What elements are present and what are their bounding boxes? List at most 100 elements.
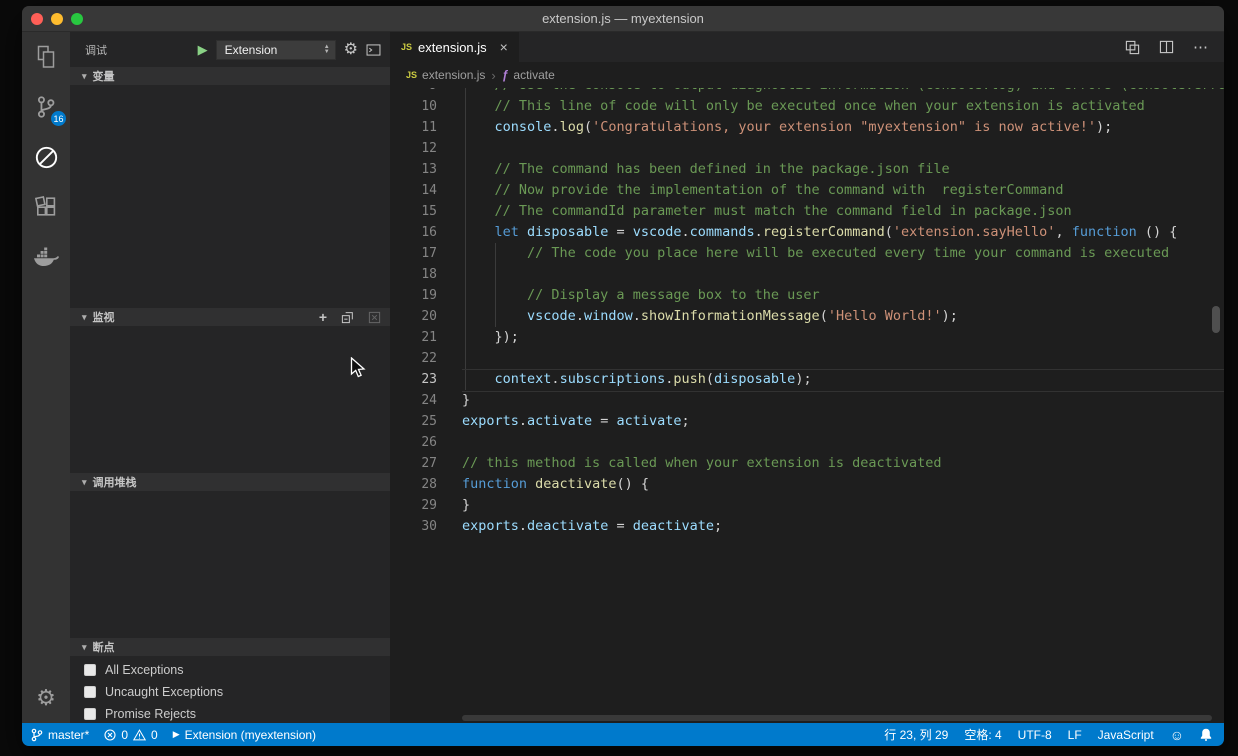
variables-panel[interactable] <box>70 85 390 308</box>
start-debugging-button[interactable]: ▶ <box>198 42 208 58</box>
line-number[interactable]: 29 <box>390 495 437 516</box>
tab-extension-js[interactable]: JS extension.js × <box>390 32 519 62</box>
code-editor[interactable]: 9 // Use the console to output diagnosti… <box>390 88 1224 723</box>
line-number[interactable]: 27 <box>390 453 437 474</box>
configure-launch-gear-icon[interactable]: ⚙ <box>344 42 358 58</box>
line-number[interactable]: 15 <box>390 201 437 222</box>
remove-all-expressions-icon[interactable] <box>368 311 381 324</box>
activity-bar-item-extensions[interactable] <box>22 182 70 232</box>
breakpoint-checkbox[interactable] <box>84 664 96 676</box>
line-number[interactable]: 19 <box>390 285 437 306</box>
line-number[interactable]: 12 <box>390 138 437 159</box>
line-number[interactable]: 17 <box>390 243 437 264</box>
activity-bar-item-debug[interactable] <box>22 132 70 182</box>
code-line[interactable]: 23 context.subscriptions.push(disposable… <box>390 369 1224 390</box>
split-editor-icon[interactable] <box>1159 40 1174 54</box>
call-stack-section-label: 调用堆栈 <box>93 474 381 490</box>
breakpoint-row[interactable]: Uncaught Exceptions <box>70 681 390 703</box>
debug-target-status[interactable]: ▶ Extension (myextension) <box>173 728 316 742</box>
line-number[interactable]: 20 <box>390 306 437 327</box>
eol-status[interactable]: LF <box>1068 728 1082 742</box>
code-line[interactable]: 11 console.log('Congratulations, your ex… <box>390 117 1224 138</box>
code-line[interactable]: 28function deactivate() { <box>390 474 1224 495</box>
debug-config-select[interactable]: Extension ▲▼ <box>216 40 336 60</box>
line-number[interactable]: 28 <box>390 474 437 495</box>
line-number[interactable]: 21 <box>390 327 437 348</box>
breakpoint-checkbox[interactable] <box>84 686 96 698</box>
line-number[interactable]: 24 <box>390 390 437 411</box>
code-line[interactable]: 26 <box>390 432 1224 453</box>
code-text: vscode.window.showInformationMessage('He… <box>437 306 958 327</box>
editor-horizontal-scrollbar-thumb[interactable] <box>462 715 1212 721</box>
variables-section-header[interactable]: ▾ 变量 <box>70 67 390 85</box>
breakpoint-checkbox[interactable] <box>84 708 96 720</box>
activity-bar-item-source-control[interactable]: 16 <box>22 82 70 132</box>
settings-button[interactable]: ⚙ <box>22 673 70 723</box>
line-number[interactable]: 11 <box>390 117 437 138</box>
line-number[interactable]: 25 <box>390 411 437 432</box>
cursor-position-status[interactable]: 行 23, 列 29 <box>884 726 948 743</box>
breakpoints-section-header[interactable]: ▾ 断点 <box>70 638 390 656</box>
code-line[interactable]: 29} <box>390 495 1224 516</box>
code-line[interactable]: 19 // Display a message box to the user <box>390 285 1224 306</box>
line-number[interactable]: 30 <box>390 516 437 537</box>
close-window-button[interactable] <box>31 13 43 25</box>
indentation-status[interactable]: 空格: 4 <box>964 726 1001 743</box>
code-line[interactable]: 13 // The command has been defined in th… <box>390 159 1224 180</box>
line-number[interactable]: 26 <box>390 432 437 453</box>
zoom-window-button[interactable] <box>71 13 83 25</box>
minimize-window-button[interactable] <box>51 13 63 25</box>
line-number[interactable]: 10 <box>390 96 437 117</box>
activity-bar-item-explorer[interactable] <box>22 32 70 82</box>
docker-whale-icon <box>33 247 59 267</box>
line-number[interactable]: 13 <box>390 159 437 180</box>
line-number[interactable]: 9 <box>390 88 437 96</box>
call-stack-section-header[interactable]: ▾ 调用堆栈 <box>70 473 390 491</box>
debug-console-icon[interactable] <box>366 44 381 56</box>
close-tab-icon[interactable]: × <box>500 39 508 55</box>
notifications-bell-icon[interactable] <box>1200 728 1212 741</box>
code-line[interactable]: 9 // Use the console to output diagnosti… <box>390 88 1224 96</box>
problems-status[interactable]: 0 0 <box>104 728 157 742</box>
code-line[interactable]: 10 // This line of code will only be exe… <box>390 96 1224 117</box>
code-line[interactable]: 16 let disposable = vscode.commands.regi… <box>390 222 1224 243</box>
activity-bar-item-docker[interactable] <box>22 232 70 282</box>
code-line[interactable]: 22 <box>390 348 1224 369</box>
code-line[interactable]: 27// this method is called when your ext… <box>390 453 1224 474</box>
breakpoint-row[interactable]: Promise Rejects <box>70 703 390 725</box>
breadcrumb-file[interactable]: JS extension.js <box>406 68 485 82</box>
language-mode-status[interactable]: JavaScript <box>1098 728 1154 742</box>
line-number[interactable]: 18 <box>390 264 437 285</box>
branch-status[interactable]: master* <box>31 728 89 742</box>
call-stack-panel[interactable] <box>70 491 390 638</box>
collapse-all-icon[interactable] <box>341 311 354 324</box>
code-line[interactable]: 21 }); <box>390 327 1224 348</box>
encoding-status[interactable]: UTF-8 <box>1018 728 1052 742</box>
debug-sidebar: 调试 ▶ Extension ▲▼ ⚙ <box>70 32 390 723</box>
line-number[interactable]: 16 <box>390 222 437 243</box>
code-line[interactable]: 17 // The code you place here will be ex… <box>390 243 1224 264</box>
editor-vertical-scrollbar-thumb[interactable] <box>1212 306 1220 333</box>
feedback-smiley-icon[interactable]: ☺ <box>1170 728 1184 742</box>
breadcrumb-file-label: extension.js <box>422 68 485 82</box>
breakpoint-row[interactable]: All Exceptions <box>70 659 390 681</box>
code-line[interactable]: 18 <box>390 264 1224 285</box>
code-line[interactable]: 25exports.activate = activate; <box>390 411 1224 432</box>
breakpoints-section-label: 断点 <box>93 639 381 655</box>
title-bar[interactable]: extension.js — myextension <box>22 6 1224 32</box>
watch-panel[interactable] <box>70 326 390 473</box>
line-number[interactable]: 22 <box>390 348 437 369</box>
add-expression-icon[interactable]: + <box>319 309 327 325</box>
watch-section-header[interactable]: ▾ 监视 + <box>70 308 390 326</box>
code-line[interactable]: 12 <box>390 138 1224 159</box>
line-number[interactable]: 23 <box>390 369 437 390</box>
code-line[interactable]: 20 vscode.window.showInformationMessage(… <box>390 306 1224 327</box>
open-changes-icon[interactable] <box>1125 40 1140 55</box>
more-actions-button[interactable]: ⋯ <box>1193 38 1209 56</box>
code-line[interactable]: 15 // The commandId parameter must match… <box>390 201 1224 222</box>
code-line[interactable]: 30exports.deactivate = deactivate; <box>390 516 1224 537</box>
breadcrumb-symbol[interactable]: ƒ activate <box>502 68 555 82</box>
code-line[interactable]: 24} <box>390 390 1224 411</box>
code-line[interactable]: 14 // Now provide the implementation of … <box>390 180 1224 201</box>
line-number[interactable]: 14 <box>390 180 437 201</box>
